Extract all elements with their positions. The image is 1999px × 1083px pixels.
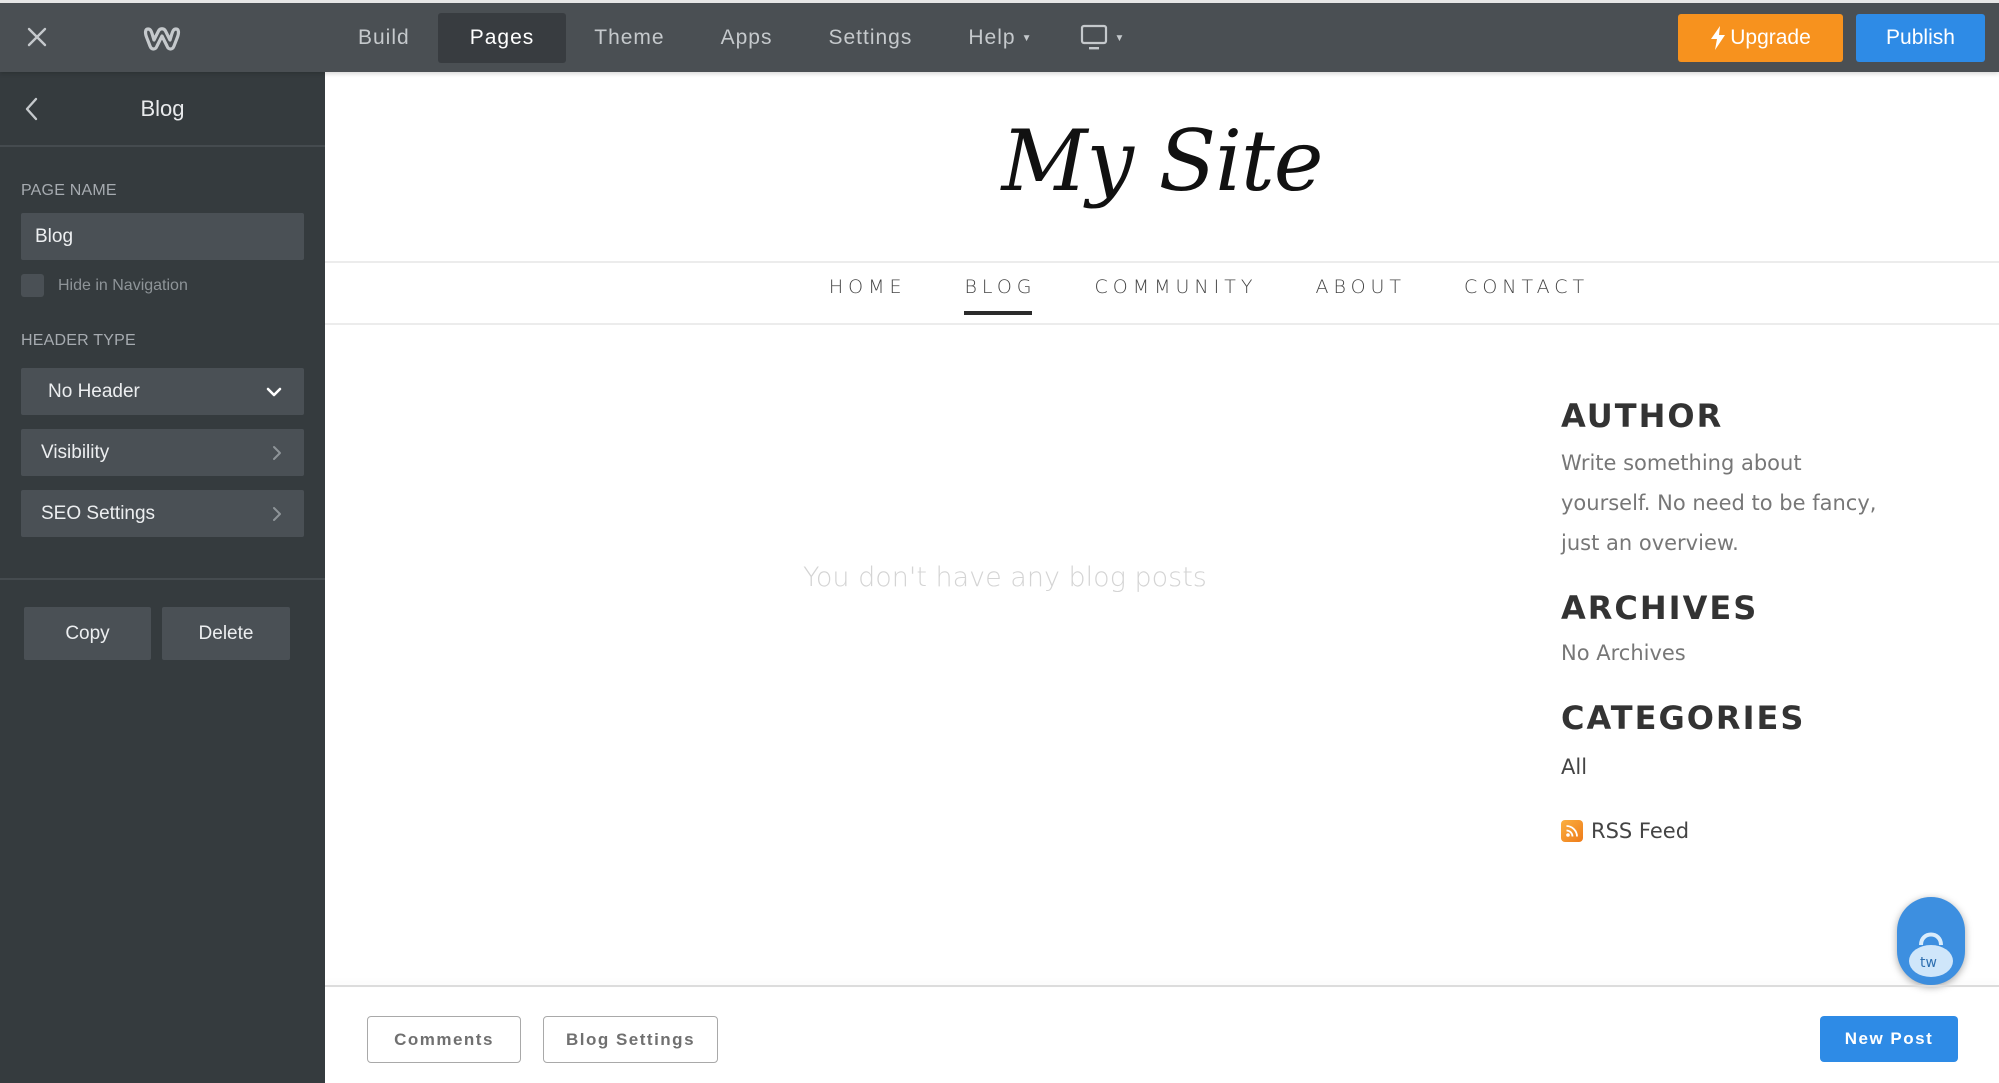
tab-label: Apps — [720, 26, 773, 49]
seo-settings-row[interactable]: SEO Settings — [21, 490, 304, 537]
seo-settings-label: SEO Settings — [41, 502, 156, 524]
support-chat-button[interactable]: tw — [1897, 897, 1965, 985]
page-settings-sidebar: Blog PAGE NAME Hide in Navigation HEADER… — [0, 72, 325, 1083]
visibility-row[interactable]: Visibility — [21, 429, 304, 476]
publish-button[interactable]: Publish — [1856, 14, 1985, 62]
chevron-down-icon — [266, 387, 282, 396]
close-icon — [27, 27, 47, 47]
site-nav-contact[interactable]: CONTACT — [1464, 276, 1589, 313]
svg-text:tw: tw — [1920, 955, 1937, 971]
archives-text: No Archives — [1561, 641, 1686, 665]
chevron-left-icon — [25, 97, 38, 121]
category-all-link[interactable]: All — [1561, 755, 1891, 779]
header-type-value: No Header — [48, 380, 140, 402]
copy-page-button[interactable]: Copy — [24, 607, 151, 660]
back-button[interactable] — [16, 92, 46, 126]
desktop-icon — [1081, 24, 1108, 50]
upgrade-button[interactable]: Upgrade — [1678, 14, 1843, 62]
footer-divider — [325, 985, 1999, 987]
top-toolbar: Build Pages Theme Apps Settings Help ▼ ▼ … — [0, 0, 1999, 72]
site-nav-blog[interactable]: BLOG — [964, 276, 1036, 315]
copy-label: Copy — [65, 622, 110, 644]
delete-label: Delete — [198, 622, 254, 644]
tab-pages[interactable]: Pages — [437, 13, 567, 63]
chat-avatar-icon: tw — [1909, 932, 1953, 977]
lightning-bolt-icon — [1711, 26, 1726, 50]
blog-settings-label: Blog Settings — [565, 1029, 696, 1049]
tab-label: Help — [968, 26, 1016, 49]
tab-theme[interactable]: Theme — [566, 13, 692, 63]
chevron-right-icon — [273, 445, 281, 460]
nav-divider — [325, 323, 1999, 325]
hide-in-navigation-toggle[interactable]: Hide in Navigation — [21, 274, 188, 297]
weebly-logo-icon — [143, 27, 181, 51]
author-text[interactable]: Write something about yourself. No need … — [1561, 443, 1891, 563]
visibility-label: Visibility — [41, 441, 110, 463]
site-navigation: HOME BLOG COMMUNITY ABOUT CONTACT — [325, 276, 1999, 315]
blog-sidebar-widgets: AUTHOR Write something about yourself. N… — [1561, 397, 1891, 843]
hide-in-navigation-checkbox[interactable] — [21, 274, 44, 297]
site-title[interactable]: My Site — [325, 112, 1999, 210]
caret-down-icon: ▼ — [1021, 32, 1033, 44]
blog-settings-button[interactable]: Blog Settings — [543, 1016, 718, 1063]
page-name-label: PAGE NAME — [21, 182, 117, 199]
tab-settings[interactable]: Settings — [800, 13, 940, 63]
editor-tabs: Build Pages Theme Apps Settings Help ▼ ▼ — [330, 13, 1144, 63]
rss-icon — [1561, 820, 1583, 842]
device-preview-dropdown[interactable]: ▼ — [1060, 13, 1144, 63]
comments-label: Comments — [394, 1029, 494, 1049]
tab-label: Theme — [594, 26, 665, 49]
header-type-label: HEADER TYPE — [21, 332, 136, 349]
site-nav-home[interactable]: HOME — [829, 276, 907, 313]
site-nav-about[interactable]: ABOUT — [1315, 276, 1406, 313]
new-post-button[interactable]: New Post — [1820, 1016, 1958, 1062]
caret-down-icon: ▼ — [1114, 32, 1125, 44]
tab-label: Build — [358, 26, 410, 49]
weebly-logo[interactable] — [140, 20, 184, 56]
sidebar-header: Blog — [0, 72, 325, 147]
site-preview-canvas: My Site HOME BLOG COMMUNITY ABOUT CONTAC… — [325, 72, 1999, 1083]
categories-title[interactable]: CATEGORIES — [1561, 699, 1891, 737]
header-divider — [325, 261, 1999, 263]
tab-build[interactable]: Build — [330, 13, 438, 63]
tab-apps[interactable]: Apps — [693, 13, 801, 63]
tab-label: Settings — [828, 26, 913, 49]
empty-blog-message: You don't have any blog posts — [803, 562, 1207, 593]
sidebar-title: Blog — [140, 95, 185, 121]
comments-button[interactable]: Comments — [367, 1016, 521, 1063]
chevron-right-icon — [273, 506, 281, 521]
tab-help[interactable]: Help ▼ — [940, 13, 1060, 63]
archives-title[interactable]: ARCHIVES — [1561, 589, 1891, 627]
header-type-select[interactable]: No Header — [21, 368, 304, 415]
site-nav-community[interactable]: COMMUNITY — [1095, 276, 1258, 313]
sidebar-divider — [0, 578, 325, 580]
page-name-input[interactable] — [21, 213, 304, 260]
rss-feed-label: RSS Feed — [1591, 819, 1690, 843]
upgrade-label: Upgrade — [1730, 26, 1811, 49]
hide-in-navigation-label: Hide in Navigation — [58, 276, 188, 294]
delete-page-button[interactable]: Delete — [162, 607, 290, 660]
rss-feed-link[interactable]: RSS Feed — [1561, 819, 1891, 843]
publish-label: Publish — [1886, 26, 1955, 49]
new-post-label: New Post — [1844, 1029, 1934, 1048]
close-editor-button[interactable] — [18, 18, 56, 56]
tab-label: Pages — [469, 26, 535, 49]
author-title[interactable]: AUTHOR — [1561, 397, 1891, 435]
